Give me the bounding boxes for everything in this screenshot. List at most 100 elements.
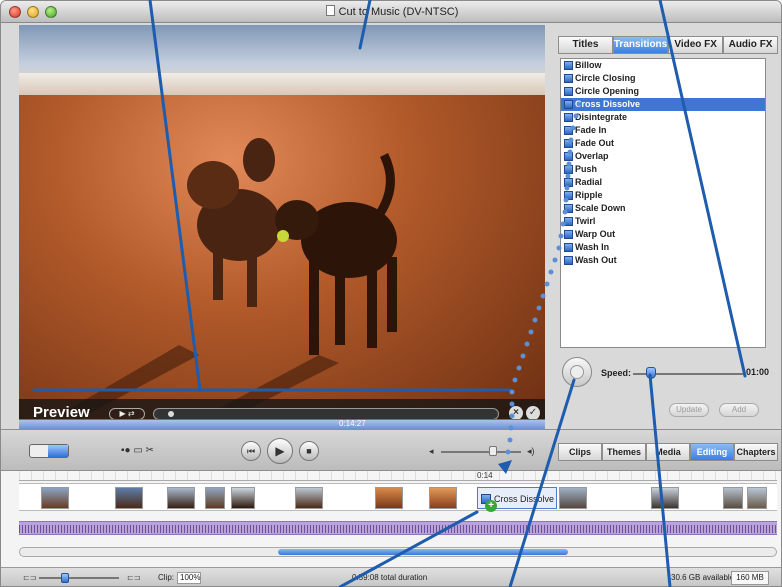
transition-item[interactable]: Cross Dissolve — [561, 98, 765, 111]
transition-item[interactable]: Twirl — [561, 215, 765, 228]
scrollbar-thumb[interactable] — [278, 549, 568, 555]
transition-item-label: Overlap — [575, 151, 609, 161]
video-clip[interactable] — [295, 487, 323, 509]
video-clip[interactable] — [41, 487, 69, 509]
dogs-image — [59, 138, 397, 419]
tab-video-fx[interactable]: Video FX — [668, 36, 724, 54]
transition-item[interactable]: Fade In — [561, 124, 765, 137]
play-button[interactable]: ▶ — [267, 438, 293, 464]
transition-item-label: Disintegrate — [575, 112, 628, 122]
transition-icon — [564, 74, 573, 83]
status-bar: ⊏⊐ ⊏⊐ Clip: 100% 0:59:08 total duration … — [1, 567, 781, 586]
document-icon — [325, 5, 335, 16]
video-preview[interactable]: Preview ▶ ⇄ × ✓ — [19, 25, 545, 419]
title-bar: Cut to Music (DV-NTSC) — [1, 1, 781, 23]
transition-item[interactable]: Billow — [561, 59, 765, 72]
transition-item[interactable]: Circle Closing — [561, 72, 765, 85]
video-clip[interactable] — [231, 487, 255, 509]
transition-item[interactable]: Warp Out — [561, 228, 765, 241]
transition-item[interactable]: Overlap — [561, 150, 765, 163]
zoom-large-icon: ⊏⊐ — [127, 573, 141, 582]
transition-item-label: Ripple — [575, 190, 603, 200]
video-clip[interactable] — [429, 487, 457, 509]
imovie-window: Cut to Music (DV-NTSC) Preview ▶ ⇄ × ✓ 0… — [0, 0, 782, 587]
audio-waveform — [19, 525, 777, 533]
transition-icon — [564, 152, 573, 161]
preview-scrubber[interactable] — [153, 408, 499, 419]
scrubber-knob[interactable] — [168, 411, 174, 417]
tab-transitions[interactable]: Transitions — [612, 36, 669, 54]
audio-track[interactable] — [19, 521, 777, 535]
video-track[interactable]: Cross Dissolve — [19, 483, 777, 511]
transition-item-label: Fade In — [575, 125, 607, 135]
tab-chapters[interactable]: Chapters — [734, 443, 778, 461]
volume-low-icon: ◂ — [429, 446, 434, 456]
transition-item[interactable]: Scale Down — [561, 202, 765, 215]
video-clip[interactable] — [723, 487, 743, 509]
apply-preview-icon[interactable]: ✓ — [526, 406, 540, 419]
volume-slider-knob[interactable] — [489, 446, 497, 456]
tab-clips[interactable]: Clips — [558, 443, 602, 461]
video-clip[interactable] — [651, 487, 679, 509]
video-clip[interactable] — [559, 487, 587, 509]
camera-edit-switch[interactable]: ▪● ▭ ✂ — [121, 445, 161, 457]
preview-transition-button[interactable] — [562, 357, 592, 387]
transition-item-label: Twirl — [575, 216, 596, 226]
transition-icon — [564, 204, 573, 213]
zoom-window-button[interactable] — [45, 6, 57, 18]
transition-item[interactable]: Fade Out — [561, 137, 765, 150]
speed-value: 01:00 — [746, 367, 770, 377]
transition-item-label: Wash Out — [575, 255, 617, 265]
timeline[interactable]: 0:14 Cross Dissolve + — [1, 471, 781, 567]
minimize-window-button[interactable] — [27, 6, 39, 18]
transition-icon — [564, 113, 573, 122]
transitions-list[interactable]: Billow Circle Closing Circle Opening Cross … — [560, 58, 766, 348]
fullscreen-play-button[interactable]: ■ — [299, 441, 319, 461]
transition-item[interactable]: Radial — [561, 176, 765, 189]
transition-item-label: Cross Dissolve — [575, 99, 641, 109]
transition-item[interactable]: Disintegrate — [561, 111, 765, 124]
transition-item[interactable]: Push — [561, 163, 765, 176]
preview-time-ruler[interactable]: 0:14:27 — [19, 419, 545, 429]
video-clip[interactable] — [115, 487, 143, 509]
rewind-button[interactable]: ⏮ — [241, 441, 261, 461]
tab-media[interactable]: Media — [646, 443, 690, 461]
video-clip[interactable] — [167, 487, 195, 509]
add-plus-icon: + — [485, 500, 497, 512]
transition-item[interactable]: Circle Opening — [561, 85, 765, 98]
speed-label: Speed: — [601, 368, 632, 378]
video-clip[interactable] — [747, 487, 767, 509]
transition-item-label: Wash In — [575, 242, 610, 252]
timeline-scrollbar[interactable] — [19, 547, 777, 557]
tab-themes[interactable]: Themes — [602, 443, 646, 461]
speed-slider-knob[interactable] — [646, 367, 656, 379]
close-window-button[interactable] — [9, 6, 21, 18]
volume-slider-track[interactable] — [441, 451, 521, 453]
tab-editing[interactable]: Editing — [690, 443, 734, 461]
transition-item-label: Scale Down — [575, 203, 626, 213]
trash-button[interactable]: 160 MB — [731, 571, 769, 585]
clip-volume-field[interactable]: 100% — [177, 572, 201, 584]
transition-icon — [564, 126, 573, 135]
tab-titles[interactable]: Titles — [558, 36, 613, 54]
update-button[interactable]: Update — [669, 403, 709, 417]
clip-timeline-toggle[interactable] — [29, 444, 69, 458]
transition-item-label: Circle Closing — [575, 73, 636, 83]
video-clip[interactable] — [375, 487, 403, 509]
add-button[interactable]: Add — [719, 403, 759, 417]
timeline-ruler[interactable] — [19, 471, 777, 481]
transition-item[interactable]: Wash In — [561, 241, 765, 254]
play-mode-button[interactable]: ▶ ⇄ — [109, 408, 145, 419]
clip-volume-label: Clip: — [158, 573, 175, 582]
zoom-slider-knob[interactable] — [61, 573, 69, 583]
zoom-slider-track[interactable] — [39, 577, 119, 579]
window-title: Cut to Music (DV-NTSC) — [338, 6, 459, 18]
transition-icon — [564, 230, 573, 239]
tab-audio-fx[interactable]: Audio FX — [723, 36, 778, 54]
playhead-time: 0:14:27 — [339, 419, 366, 428]
close-preview-icon[interactable]: × — [509, 406, 523, 419]
transition-item-label: Push — [575, 164, 598, 174]
transition-item[interactable]: Wash Out — [561, 254, 765, 267]
transition-item[interactable]: Ripple — [561, 189, 765, 202]
video-clip[interactable] — [205, 487, 225, 509]
